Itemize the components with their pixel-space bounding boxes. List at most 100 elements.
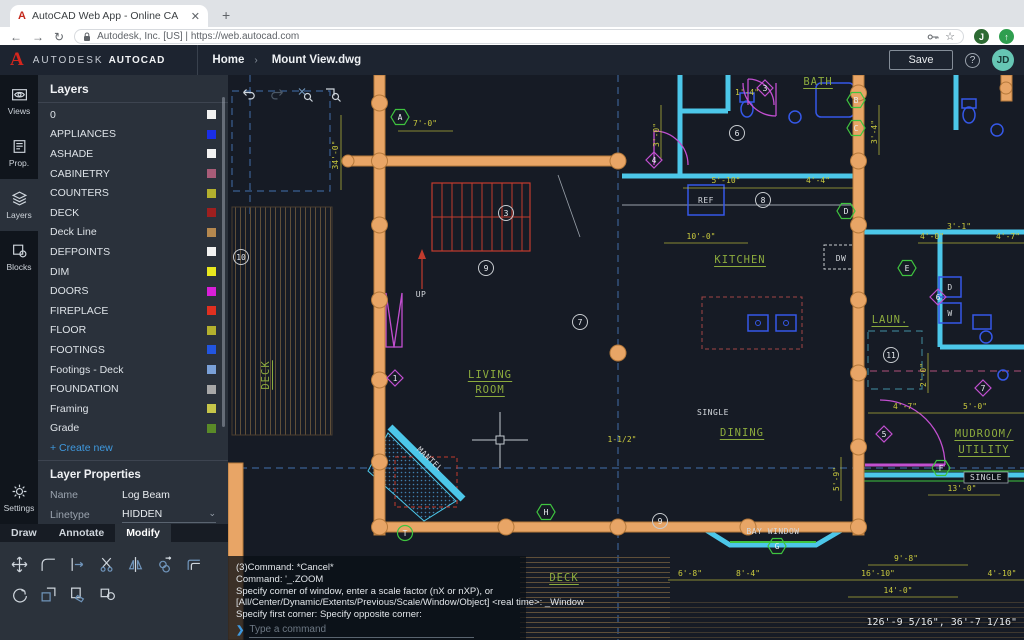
svg-text:7: 7 bbox=[981, 384, 986, 393]
sidebar-item-blocks[interactable]: Blocks bbox=[0, 231, 38, 283]
layer-row[interactable]: FOOTINGS bbox=[38, 340, 228, 360]
layer-color-swatch[interactable] bbox=[207, 306, 216, 316]
back-icon[interactable]: ← bbox=[10, 31, 22, 43]
layer-row[interactable]: FIREPLACE bbox=[38, 301, 228, 321]
tool-rotate-button[interactable] bbox=[5, 579, 34, 609]
svg-text:6'-8": 6'-8" bbox=[678, 569, 702, 578]
browser-tab[interactable]: A AutoCAD Web App - Online CA ✕ bbox=[10, 5, 208, 27]
layer-row[interactable]: FLOOR bbox=[38, 321, 228, 341]
plan-marker: 7 bbox=[974, 379, 992, 397]
user-avatar[interactable]: JD bbox=[992, 49, 1014, 71]
layer-color-swatch[interactable] bbox=[207, 227, 216, 237]
layer-color-swatch[interactable] bbox=[207, 129, 216, 139]
tool-trim-button[interactable] bbox=[92, 549, 121, 579]
address-bar[interactable]: Autodesk, Inc. [US] | https://web.autoca… bbox=[74, 29, 964, 44]
undo-button[interactable] bbox=[238, 83, 259, 104]
drawing-canvas[interactable]: 10 3 9 7 8 6 11 9 1 3 4 5 6 7 A B C D E F G H T BATH KITCHEN LIV… bbox=[228, 75, 1024, 640]
layer-row[interactable]: Footings - Deck bbox=[38, 360, 228, 380]
layer-color-swatch[interactable] bbox=[207, 247, 216, 257]
sidebar-item-prop[interactable]: Prop. bbox=[0, 127, 38, 179]
svg-text:1'-4": 1'-4" bbox=[735, 88, 759, 97]
forward-icon[interactable]: → bbox=[32, 31, 44, 43]
tab-draw[interactable]: Draw bbox=[0, 524, 48, 542]
layer-color-swatch[interactable] bbox=[207, 384, 216, 394]
tool-fillet-button[interactable] bbox=[34, 549, 63, 579]
svg-text:7'-0": 7'-0" bbox=[413, 119, 437, 128]
new-tab-button[interactable]: + bbox=[222, 7, 230, 23]
layer-color-swatch[interactable] bbox=[207, 286, 216, 296]
tool-scale-button[interactable] bbox=[34, 579, 63, 609]
layer-row[interactable]: CABINETRY bbox=[38, 164, 228, 184]
svg-text:8'-4": 8'-4" bbox=[736, 569, 760, 578]
sidebar-item-views[interactable]: Views bbox=[0, 75, 38, 127]
layer-color-swatch[interactable] bbox=[207, 325, 216, 335]
tool-copy-button[interactable] bbox=[150, 549, 179, 579]
command-input[interactable]: ❯ Type a command bbox=[236, 624, 518, 638]
sidebar-item-layers[interactable]: Layers bbox=[0, 179, 38, 231]
eye-icon bbox=[11, 89, 27, 101]
layer-row[interactable]: DECK bbox=[38, 203, 228, 223]
tool-mirror-button[interactable] bbox=[121, 549, 150, 579]
canvas-toolbar bbox=[238, 83, 343, 104]
move-icon bbox=[11, 556, 28, 572]
layer-row[interactable]: FOUNDATION bbox=[38, 379, 228, 399]
bookmark-star-icon[interactable]: ☆ bbox=[945, 30, 955, 43]
save-button[interactable]: Save bbox=[889, 50, 953, 70]
undo-icon bbox=[242, 88, 255, 99]
url-text: Autodesk, Inc. [US] | https://web.autoca… bbox=[97, 31, 300, 42]
layer-row[interactable]: 0 bbox=[38, 105, 228, 125]
layer-row[interactable]: COUNTERS bbox=[38, 183, 228, 203]
layer-row[interactable]: APPLIANCES bbox=[38, 125, 228, 145]
layer-row[interactable]: Deck Line bbox=[38, 223, 228, 243]
zoom-window-button[interactable] bbox=[322, 83, 343, 104]
layer-row[interactable]: DEFPOINTS bbox=[38, 242, 228, 262]
layer-row[interactable]: DOORS bbox=[38, 281, 228, 301]
crosshair-cursor bbox=[472, 412, 528, 468]
layer-row[interactable]: Grade bbox=[38, 419, 228, 439]
layer-color-swatch[interactable] bbox=[207, 345, 216, 355]
browser-profile-avatar[interactable]: J bbox=[974, 29, 989, 44]
autocad-web-app: A AutoCAD Web App - Online CA ✕ + ← → ↻ … bbox=[0, 0, 1024, 640]
layer-color-swatch[interactable] bbox=[207, 267, 216, 277]
property-value: Log Beam bbox=[122, 489, 170, 501]
create-new-layer-button[interactable]: + Create new bbox=[38, 438, 228, 461]
layer-color-swatch[interactable] bbox=[207, 169, 216, 179]
tab-close-icon[interactable]: ✕ bbox=[191, 10, 200, 23]
layer-color-swatch[interactable] bbox=[207, 110, 216, 120]
svg-text:6: 6 bbox=[735, 129, 740, 138]
tab-modify[interactable]: Modify bbox=[115, 524, 172, 542]
breadcrumb-home[interactable]: Home bbox=[212, 54, 244, 66]
plan-marker: 11 bbox=[883, 347, 899, 363]
tool-extend-button[interactable] bbox=[63, 549, 92, 579]
svg-text:10: 10 bbox=[236, 253, 246, 262]
layer-color-swatch[interactable] bbox=[207, 423, 216, 433]
help-icon[interactable]: ? bbox=[965, 52, 980, 68]
layer-row[interactable]: DIM bbox=[38, 262, 228, 282]
plan-marker: H bbox=[536, 503, 556, 521]
layer-color-swatch[interactable] bbox=[207, 149, 216, 159]
plan-dimension: 2'-0" bbox=[919, 363, 928, 387]
redo-button[interactable] bbox=[266, 83, 287, 104]
stair-rail-line bbox=[557, 174, 581, 238]
tab-annotate[interactable]: Annotate bbox=[48, 524, 116, 542]
linetype-dropdown[interactable]: HIDDEN ⌄ bbox=[122, 508, 216, 523]
plan-marker: 9 bbox=[478, 260, 494, 276]
layer-color-swatch[interactable] bbox=[207, 188, 216, 198]
layer-row[interactable]: ASHADE bbox=[38, 144, 228, 164]
reload-icon[interactable]: ↻ bbox=[54, 31, 64, 43]
tool-explode-button[interactable] bbox=[92, 579, 121, 609]
plan-annotation: W bbox=[947, 309, 952, 318]
tool-move-button[interactable] bbox=[5, 549, 34, 579]
key-icon[interactable] bbox=[927, 32, 939, 42]
tool-match-button[interactable] bbox=[63, 579, 92, 609]
layer-color-swatch[interactable] bbox=[207, 404, 216, 414]
layer-color-swatch[interactable] bbox=[207, 365, 216, 375]
extension-icon[interactable]: ↑ bbox=[999, 29, 1014, 44]
tool-offset-button[interactable] bbox=[179, 549, 208, 579]
panel-scrollbar[interactable] bbox=[222, 97, 225, 427]
layer-row[interactable]: Framing bbox=[38, 399, 228, 419]
zoom-previous-button[interactable] bbox=[294, 83, 315, 104]
sidebar-item-settings[interactable]: Settings bbox=[0, 472, 38, 524]
layer-color-swatch[interactable] bbox=[207, 208, 216, 218]
svg-text:H: H bbox=[544, 508, 549, 517]
